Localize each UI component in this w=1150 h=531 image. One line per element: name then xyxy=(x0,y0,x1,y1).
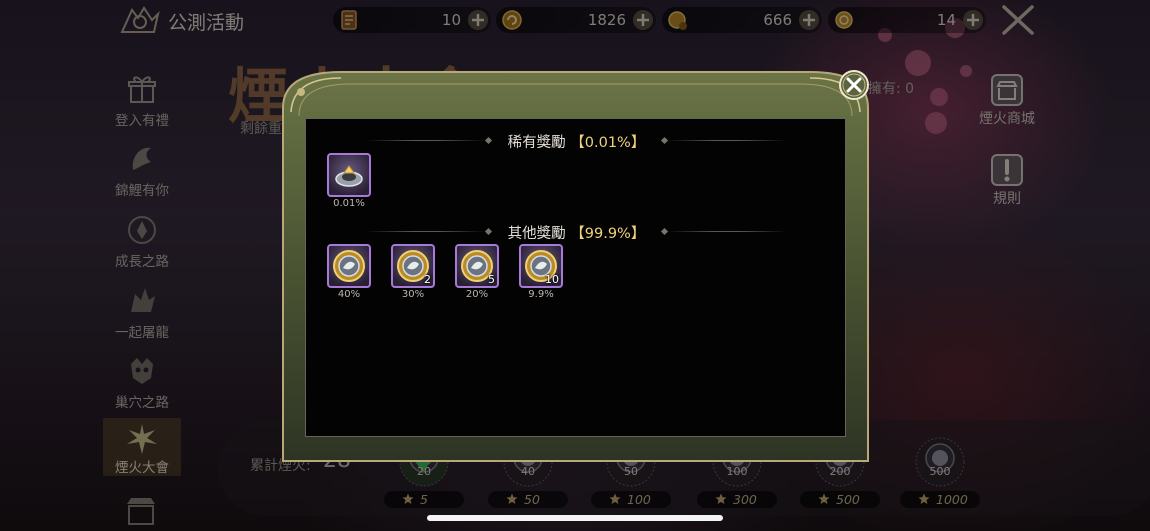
reward-slot xyxy=(327,153,371,197)
rare-rewards-title: 稀有獎勵 【0.01%】 xyxy=(306,131,847,152)
reward-quantity: 2 xyxy=(424,273,431,286)
close-modal-button[interactable] xyxy=(838,69,870,101)
section-percent: 【99.9%】 xyxy=(570,226,646,242)
reward-percent: 9.9% xyxy=(528,289,554,300)
section-percent: 【0.01%】 xyxy=(570,135,646,151)
ring-artifact-icon xyxy=(335,165,363,187)
reward-percent: 40% xyxy=(337,289,361,300)
silver-coin-icon xyxy=(333,250,365,282)
modal-content: 稀有獎勵 【0.01%】 0.01% 其他獎勵 【99.9%】 40% 2 30% 5… xyxy=(305,118,846,437)
other-rewards-title: 其他獎勵 【99.9%】 xyxy=(306,222,847,243)
reward-slot: 2 xyxy=(391,244,435,288)
reward-percent: 20% xyxy=(465,289,489,300)
reward-item[interactable]: 2 30% xyxy=(391,244,437,304)
reward-percent: 30% xyxy=(401,289,425,300)
reward-percent: 0.01% xyxy=(333,198,365,209)
reward-item[interactable]: 10 9.9% xyxy=(519,244,565,304)
reward-slot: 5 xyxy=(455,244,499,288)
reward-item[interactable]: 0.01% xyxy=(327,153,373,213)
reward-item[interactable]: 5 20% xyxy=(455,244,501,304)
section-title-text: 稀有獎勵 xyxy=(507,135,566,151)
reward-slot: 10 xyxy=(519,244,563,288)
section-title-text: 其他獎勵 xyxy=(507,226,566,242)
reward-item[interactable]: 40% xyxy=(327,244,373,304)
reward-slot xyxy=(327,244,371,288)
reward-quantity: 10 xyxy=(545,273,559,286)
reward-rates-modal: 稀有獎勵 【0.01%】 0.01% 其他獎勵 【99.9%】 40% 2 30% 5… xyxy=(281,68,870,463)
home-indicator[interactable] xyxy=(427,515,723,521)
reward-quantity: 5 xyxy=(488,273,495,286)
